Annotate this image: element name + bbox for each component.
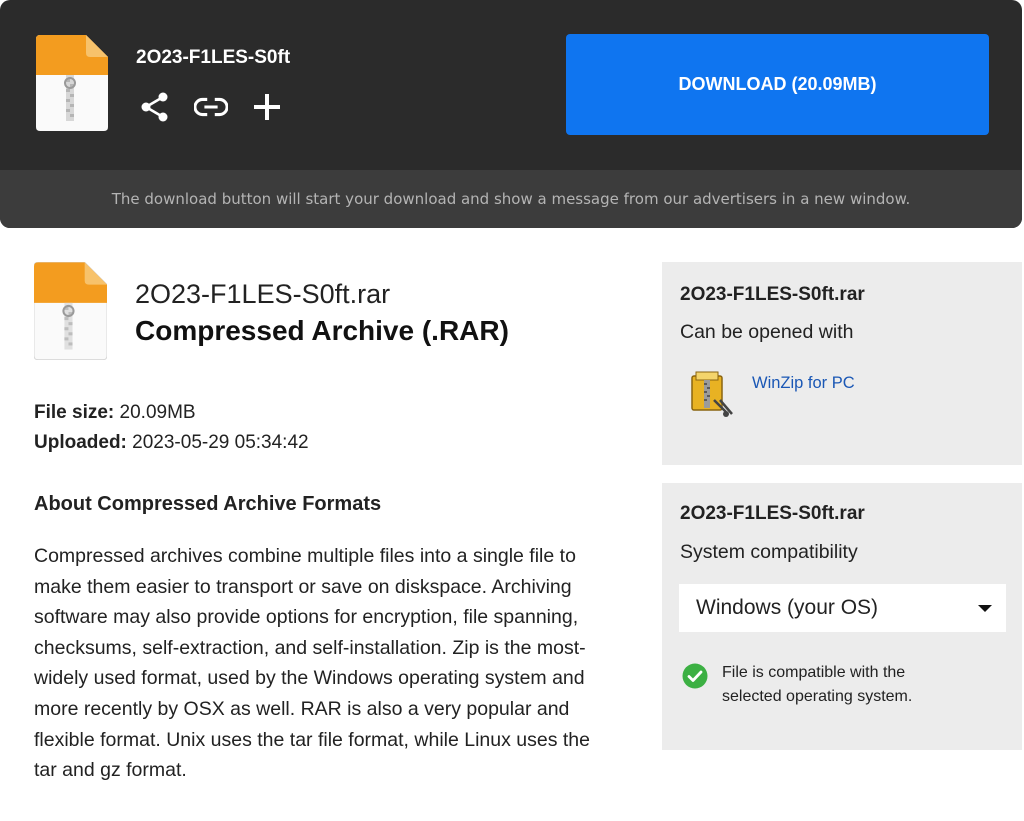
winzip-label[interactable]: WinZip for PC [752,374,855,393]
check-circle-icon [682,663,708,689]
os-select[interactable]: Windows (your OS) [679,584,1006,632]
open-panel-file-name: 2O23-F1LES-S0ft.rar [680,284,865,305]
about-text: Compressed archives combine multiple fil… [34,545,590,782]
file-type: Compressed Archive (.RAR) [135,315,509,346]
copy-link-button[interactable] [194,90,228,124]
header-file-title: 2O23-F1LES-S0ft [136,47,291,68]
download-header: 2O23-F1LES-S0ft DOWNLOAD (20.09MB) The d… [0,0,1022,228]
chevron-down-icon [978,605,992,612]
winzip-icon [691,371,733,417]
about-title: About Compressed Archive Formats [34,493,382,515]
winzip-link[interactable]: WinZip for PC [690,370,855,418]
header-main: 2O23-F1LES-S0ft DOWNLOAD (20.09MB) [0,0,1022,170]
compat-status: File is compatible with the selected ope… [682,661,962,709]
compat-status-text: File is compatible with the selected ope… [722,664,913,705]
archive-file-icon [36,35,108,131]
add-button[interactable] [250,90,284,124]
download-notice: The download button will start your down… [0,170,1022,228]
uploaded-value: 2023-05-29 05:34:42 [126,432,309,453]
file-size-label: File size: [34,402,115,423]
plus-icon [254,94,280,120]
compat-panel-file-name: 2O23-F1LES-S0ft.rar [680,503,865,524]
header-actions [138,90,284,124]
file-size-value: 20.09MB [114,402,196,423]
share-button[interactable] [138,90,172,124]
uploaded-row: Uploaded: 2023-05-29 05:34:42 [34,428,309,458]
file-size-row: File size: 20.09MB [34,398,309,428]
share-icon [141,92,168,122]
open-with-panel: 2O23-F1LES-S0ft.rar Can be opened with W… [662,262,1022,465]
os-select-value: Windows (your OS) [696,596,879,619]
uploaded-label: Uploaded: [34,432,127,453]
link-icon [194,97,228,117]
compatibility-panel: 2O23-F1LES-S0ft.rar System compatibility… [662,483,1022,750]
open-panel-subtitle: Can be opened with [680,321,854,343]
archive-file-icon-large [34,262,107,360]
file-name: 2O23-F1LES-S0ft.rar [135,279,391,309]
file-meta: File size: 20.09MB Uploaded: 2023-05-29 … [34,398,309,458]
compat-panel-subtitle: System compatibility [680,541,858,563]
download-button[interactable]: DOWNLOAD (20.09MB) [566,34,989,135]
